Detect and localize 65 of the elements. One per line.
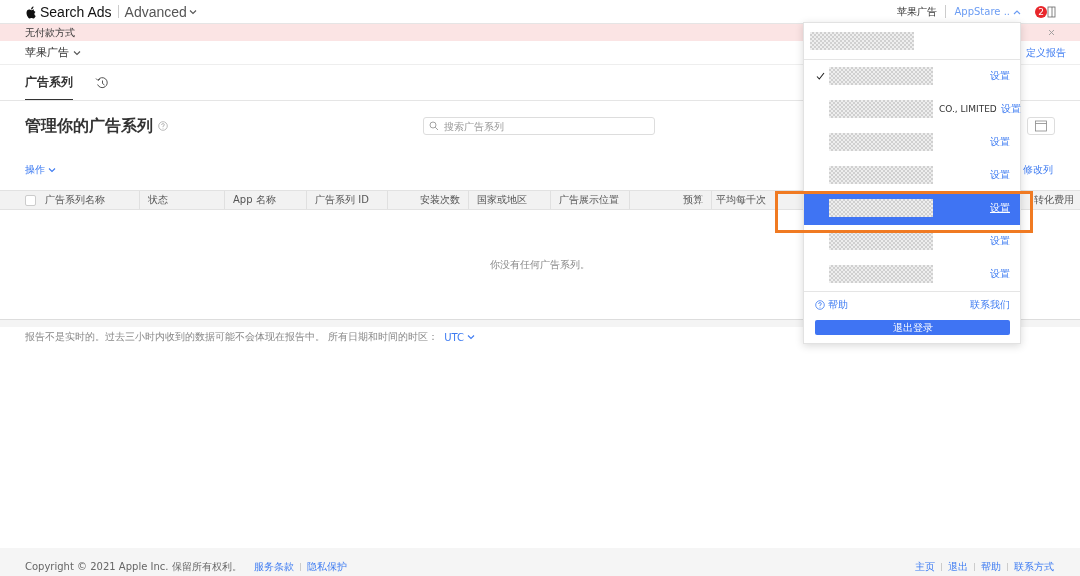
column-header: 国家或地区 <box>477 193 527 207</box>
account-item[interactable]: 设置 <box>804 125 1020 159</box>
account-item[interactable]: CO., LIMITED 设置 <box>804 92 1020 126</box>
account-name-suffix: CO., LIMITED <box>939 104 997 115</box>
banner-message: 无付款方式 <box>25 25 75 40</box>
tab[interactable]: 广告系列 <box>25 65 73 100</box>
contact-link[interactable]: 联系我们 <box>970 298 1010 312</box>
brand-name: Search Ads <box>40 3 112 20</box>
report-notice: 报告不是实时的。过去三小时内收到的数据可能不会体现在报告中。 所有日期和时间的时区： <box>25 330 439 344</box>
product-menu[interactable]: Advanced <box>124 3 197 20</box>
settings-link[interactable]: 设置 <box>990 201 1010 216</box>
close-icon <box>1048 29 1055 36</box>
history-icon <box>95 75 108 89</box>
calendar-button[interactable] <box>1027 117 1055 135</box>
footer-link[interactable]: 主页 <box>915 560 935 574</box>
column-header: 预算 <box>683 193 703 207</box>
settings-link[interactable]: 设置 <box>990 267 1010 282</box>
footer-link[interactable]: 退出 <box>948 560 968 574</box>
organization-menu[interactable]: 苹果广告 <box>25 45 81 60</box>
edit-columns-link[interactable]: 修改列 <box>1023 163 1053 177</box>
column-header: 转化费用 <box>1034 193 1074 207</box>
chevron-icon <box>188 8 197 15</box>
logout-button[interactable]: 退出登录 <box>815 320 1010 335</box>
chevron-icon <box>73 49 81 56</box>
chevron-icon <box>467 334 475 340</box>
settings-link[interactable]: 设置 <box>990 234 1010 249</box>
account-menu[interactable]: AppStare .. <box>954 6 1021 17</box>
footer-link[interactable]: 帮助 <box>981 560 1001 574</box>
footer-link[interactable]: 服务条款 <box>253 560 294 574</box>
settings-link[interactable]: 设置 <box>1000 102 1021 117</box>
nav-link[interactable]: 苹果广告 <box>897 4 938 19</box>
column-header: 广告系列 ID <box>315 193 369 207</box>
help-icon <box>158 121 168 131</box>
column-header: 平均每千次 <box>716 193 766 207</box>
calendar-icon <box>1035 120 1047 132</box>
column-header: 状态 <box>148 193 168 207</box>
copyright-text: Copyright © 2021 Apple Inc. 保留所有权利。 <box>25 560 242 574</box>
search-field[interactable]: 搜索广告系列 <box>423 117 655 135</box>
column-header: App 名称 <box>233 193 276 207</box>
select-all-checkbox[interactable] <box>25 194 36 206</box>
column-header: 广告系列名称 <box>45 193 105 207</box>
search-icon <box>429 121 439 131</box>
help-icon <box>815 300 825 310</box>
settings-link[interactable]: 设置 <box>990 69 1010 84</box>
account-item[interactable]: 设置 <box>804 257 1020 291</box>
timezone-menu[interactable]: UTC <box>444 331 475 343</box>
chevron-icon <box>48 167 56 173</box>
account-item[interactable]: 设置 <box>804 158 1020 192</box>
page-title: 管理你的广告系列 <box>25 115 153 137</box>
chevron-icon <box>1013 8 1021 15</box>
actions-menu[interactable]: 操作 <box>25 163 56 177</box>
footer-link[interactable]: 隐私保护 <box>306 560 347 574</box>
column-header: 安装次数 <box>420 193 460 207</box>
custom-report-link[interactable]: 定义报告 <box>1026 45 1066 60</box>
panel-icon <box>1047 5 1056 18</box>
settings-link[interactable]: 设置 <box>990 135 1010 150</box>
account-item[interactable]: 设置 <box>804 59 1020 93</box>
settings-link[interactable]: 设置 <box>990 168 1010 183</box>
empty-message: 你没有任何广告系列。 <box>490 257 590 272</box>
account-item[interactable]: 设置 <box>804 224 1020 258</box>
footer-link[interactable]: 联系方式 <box>1014 560 1054 574</box>
apple-logo-icon <box>25 4 37 19</box>
help-link[interactable]: 帮助 <box>815 298 848 312</box>
notification-badge: 2 <box>1035 5 1047 18</box>
column-header: 广告展示位置 <box>559 193 619 207</box>
